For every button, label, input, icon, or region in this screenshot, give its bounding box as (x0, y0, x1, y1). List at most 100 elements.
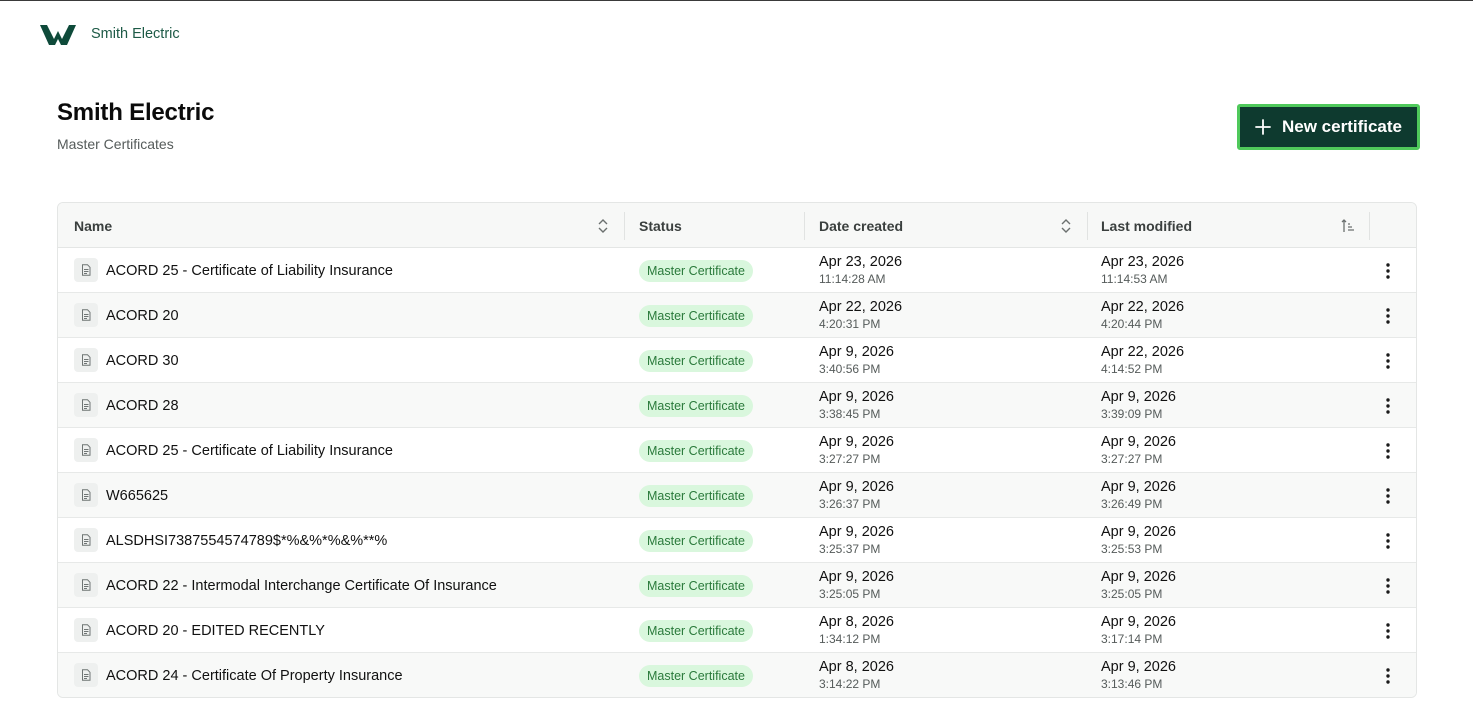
last-modified-cell: Apr 23, 2026 11:14:53 AM (1101, 254, 1184, 288)
row-actions-menu-icon[interactable] (1376, 574, 1400, 598)
status-badge: Master Certificate (639, 440, 753, 462)
certificate-name[interactable]: ACORD 25 - Certificate of Liability Insu… (106, 248, 393, 293)
status-badge: Master Certificate (639, 620, 753, 642)
table-row[interactable]: ACORD 24 - Certificate Of Property Insur… (58, 653, 1416, 697)
brand-logo-icon[interactable] (40, 21, 76, 47)
time-modified: 3:17:14 PM (1101, 632, 1163, 646)
column-divider (1369, 212, 1370, 240)
date-created-cell: Apr 22, 2026 4:20:31 PM (819, 299, 902, 333)
page-title: Smith Electric (57, 99, 215, 126)
status-badge: Master Certificate (639, 665, 753, 687)
date-created-cell: Apr 9, 2026 3:25:05 PM (819, 569, 894, 603)
sort-ascending-icon[interactable] (1341, 218, 1355, 234)
date-created-cell: Apr 9, 2026 3:27:27 PM (819, 434, 894, 468)
column-divider (624, 212, 625, 240)
date-modified: Apr 9, 2026 (1101, 659, 1176, 675)
certificate-name[interactable]: ACORD 24 - Certificate Of Property Insur… (106, 653, 403, 697)
row-actions-menu-icon[interactable] (1376, 349, 1400, 373)
time-modified: 3:25:53 PM (1101, 542, 1163, 556)
column-header-name[interactable]: Name (74, 203, 624, 248)
last-modified-cell: Apr 9, 2026 3:13:46 PM (1101, 659, 1176, 693)
date-created: Apr 9, 2026 (819, 389, 894, 405)
row-actions-menu-icon[interactable] (1376, 259, 1400, 283)
table-row[interactable]: ACORD 28 Master Certificate Apr 9, 2026 3:3… (58, 383, 1416, 428)
status-badge: Master Certificate (639, 260, 753, 282)
column-header-last-modified[interactable]: Last modified (1101, 203, 1192, 248)
date-created: Apr 9, 2026 (819, 434, 894, 450)
table-row[interactable]: ACORD 25 - Certificate of Liability Insu… (58, 248, 1416, 293)
time-created: 3:38:45 PM (819, 407, 881, 421)
last-modified-cell: Apr 9, 2026 3:25:05 PM (1101, 569, 1176, 603)
date-created-cell: Apr 9, 2026 3:38:45 PM (819, 389, 894, 423)
certificate-name[interactable]: ACORD 20 (106, 293, 179, 338)
date-modified: Apr 23, 2026 (1101, 254, 1185, 270)
row-actions-menu-icon[interactable] (1376, 664, 1400, 688)
date-modified: Apr 22, 2026 (1101, 299, 1185, 315)
certificate-name[interactable]: ACORD 22 - Intermodal Interchange Certif… (106, 563, 497, 608)
time-created: 3:25:05 PM (819, 587, 881, 601)
date-created-cell: Apr 9, 2026 3:40:56 PM (819, 344, 894, 378)
sort-created-icon[interactable] (1059, 218, 1073, 234)
column-header-status[interactable]: Status (639, 203, 682, 248)
last-modified-cell: Apr 9, 2026 3:39:09 PM (1101, 389, 1176, 423)
status-badge: Master Certificate (639, 395, 753, 417)
row-actions-menu-icon[interactable] (1376, 439, 1400, 463)
table-row[interactable]: ACORD 25 - Certificate of Liability Insu… (58, 428, 1416, 473)
last-modified-cell: Apr 9, 2026 3:27:27 PM (1101, 434, 1176, 468)
date-modified: Apr 9, 2026 (1101, 614, 1176, 630)
document-icon (74, 348, 98, 372)
date-created-cell: Apr 9, 2026 3:25:37 PM (819, 524, 894, 558)
certificate-name[interactable]: ACORD 28 (106, 383, 179, 428)
time-modified: 3:39:09 PM (1101, 407, 1163, 421)
table-header: Name Status Date created Last modified (58, 203, 1416, 248)
time-modified: 3:13:46 PM (1101, 677, 1163, 691)
document-icon (74, 438, 98, 462)
row-actions-menu-icon[interactable] (1376, 619, 1400, 643)
date-modified: Apr 22, 2026 (1101, 344, 1185, 360)
status-badge: Master Certificate (639, 530, 753, 552)
row-actions-menu-icon[interactable] (1376, 394, 1400, 418)
row-actions-menu-icon[interactable] (1376, 484, 1400, 508)
time-modified: 4:14:52 PM (1101, 362, 1163, 376)
certificate-name[interactable]: W665625 (106, 473, 168, 518)
page-subtitle: Master Certificates (57, 136, 174, 152)
last-modified-cell: Apr 9, 2026 3:17:14 PM (1101, 614, 1176, 648)
sort-name-icon[interactable] (596, 218, 610, 234)
table-row[interactable]: ALSDHSI7387554574789$*%&%*%&%**% Master C… (58, 518, 1416, 563)
status-badge: Master Certificate (639, 350, 753, 372)
document-icon (74, 528, 98, 552)
certificate-name[interactable]: ACORD 25 - Certificate of Liability Insu… (106, 428, 393, 473)
date-modified: Apr 9, 2026 (1101, 479, 1176, 495)
last-modified-cell: Apr 9, 2026 3:25:53 PM (1101, 524, 1176, 558)
date-modified: Apr 9, 2026 (1101, 434, 1176, 450)
table-row[interactable]: ACORD 22 - Intermodal Interchange Certif… (58, 563, 1416, 608)
time-created: 3:27:27 PM (819, 452, 881, 466)
status-badge: Master Certificate (639, 485, 753, 507)
table-row[interactable]: ACORD 20 Master Certificate Apr 22, 2026 4:… (58, 293, 1416, 338)
status-badge: Master Certificate (639, 305, 753, 327)
time-created: 4:20:31 PM (819, 317, 881, 331)
document-icon (74, 303, 98, 327)
time-created: 3:26:37 PM (819, 497, 881, 511)
time-modified: 4:20:44 PM (1101, 317, 1163, 331)
date-modified: Apr 9, 2026 (1101, 389, 1176, 405)
row-actions-menu-icon[interactable] (1376, 304, 1400, 328)
row-actions-menu-icon[interactable] (1376, 529, 1400, 553)
certificate-name[interactable]: ACORD 20 - EDITED RECENTLY (106, 608, 325, 653)
new-certificate-label: New certificate (1282, 117, 1402, 136)
table-row[interactable]: ACORD 30 Master Certificate Apr 9, 2026 3:4… (58, 338, 1416, 383)
brand-name[interactable]: Smith Electric (91, 26, 180, 42)
last-modified-cell: Apr 22, 2026 4:14:52 PM (1101, 344, 1184, 378)
top-bar: Smith Electric (40, 20, 180, 48)
table-row[interactable]: ACORD 20 - EDITED RECENTLY Master Certifi… (58, 608, 1416, 653)
date-created: Apr 9, 2026 (819, 479, 894, 495)
table-row[interactable]: W665625 Master Certificate Apr 9, 2026 3:26… (58, 473, 1416, 518)
time-created: 3:14:22 PM (819, 677, 881, 691)
certificate-name[interactable]: ALSDHSI7387554574789$*%&%*%&%**% (106, 518, 387, 563)
date-created-cell: Apr 9, 2026 3:26:37 PM (819, 479, 894, 513)
certificate-name[interactable]: ACORD 30 (106, 338, 179, 383)
date-created-cell: Apr 23, 2026 11:14:28 AM (819, 254, 902, 288)
new-certificate-button[interactable]: New certificate (1237, 104, 1420, 150)
document-icon (74, 618, 98, 642)
column-header-date-created[interactable]: Date created (819, 203, 903, 248)
